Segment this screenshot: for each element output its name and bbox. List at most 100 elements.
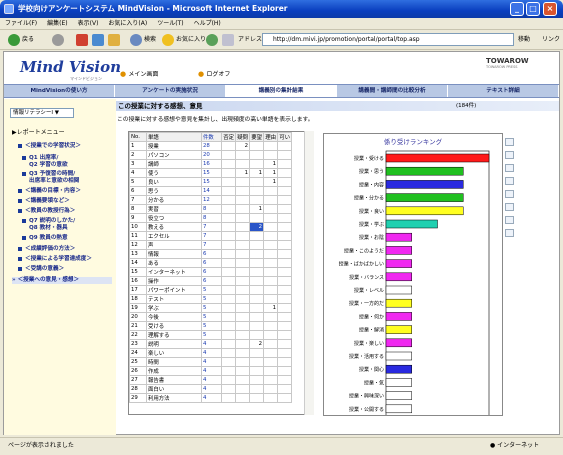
table-row[interactable]: 16 操作 6 — [129, 276, 292, 286]
table-row[interactable]: 12 声 7 — [129, 240, 292, 250]
menu-file[interactable]: ファイル(F) — [0, 18, 42, 30]
refresh-button[interactable] — [92, 33, 106, 47]
glasses-icon[interactable] — [505, 190, 514, 198]
menu-favorites[interactable]: お気に入り(A) — [103, 18, 152, 30]
media-button[interactable] — [206, 33, 220, 47]
column-header[interactable]: 否定 — [221, 132, 236, 142]
sidebar-item-opinions[interactable]: » ＜授業への意見・感想＞ — [12, 277, 112, 284]
back-button[interactable]: 戻る — [8, 33, 34, 47]
sidebar-item-q3[interactable]: Q3 予復習の時間/ — [22, 171, 75, 178]
column-header[interactable]: 件数 — [201, 132, 222, 142]
minimize-button[interactable]: _ — [510, 2, 524, 16]
table-row[interactable]: 3 講師 16 1 — [129, 159, 292, 169]
table-cell: 2 — [249, 222, 264, 232]
menu-view[interactable]: 表示(V) — [73, 18, 104, 30]
tab-survey-status[interactable]: アンケートの実施状況 — [115, 85, 226, 97]
sidebar-item-q7[interactable]: Q7 説明のしかた/ — [22, 218, 75, 225]
sidebar-item-guidelines[interactable]: ＜講義要領など＞ — [18, 198, 70, 205]
column-header[interactable]: 疑問 — [235, 132, 250, 142]
table-row[interactable]: 23 説明 4 2 — [129, 339, 292, 349]
table-row[interactable]: 18 テスト 5 — [129, 294, 292, 304]
tab-text-detail[interactable]: テキスト詳細 — [448, 85, 559, 97]
column-header[interactable]: 理由 — [263, 132, 278, 142]
table-cell — [235, 330, 250, 340]
forward-button[interactable] — [52, 33, 66, 47]
address-input[interactable]: http://dm.mivi.jp/promotion/portal/porta… — [262, 33, 514, 46]
help-icon[interactable] — [505, 229, 514, 237]
table-row[interactable]: 2 パソコン 20 — [129, 150, 292, 160]
list-icon[interactable] — [505, 177, 514, 185]
table-cell — [277, 141, 292, 151]
maximize-button[interactable]: □ — [526, 2, 540, 16]
settings-icon[interactable] — [505, 216, 514, 224]
menu-edit[interactable]: 編集(E) — [42, 18, 72, 30]
stop-button[interactable] — [76, 33, 90, 47]
table-cell — [249, 294, 264, 304]
table-row[interactable]: 22 理解する 5 — [129, 330, 292, 340]
sidebar-item-q9[interactable]: Q9 教員の熱意 — [22, 235, 68, 242]
table-row[interactable]: 7 分かる 12 — [129, 195, 292, 205]
table-row[interactable]: 9 役立つ 8 — [129, 213, 292, 223]
sidebar-item-q1[interactable]: Q1 出席率/ — [22, 155, 58, 162]
course-select[interactable]: 情報リテラシーⅠ ▼ — [10, 108, 74, 118]
close-button[interactable]: × — [543, 2, 557, 16]
go-button[interactable]: 移動 — [518, 33, 530, 46]
table-row[interactable]: 28 面白い 4 — [129, 384, 292, 394]
sidebar-item-q3-correlation[interactable]: 出席率と意欲の相関 — [29, 178, 79, 185]
word-frequency-table[interactable]: No. 単語 件数 否定 疑問 要望 理由 可い 1 授業 28 2 2 パソコン 20 3 講師 16 1 4 使う… — [128, 131, 314, 415]
table-row[interactable]: 29 利用方法 4 — [129, 393, 292, 403]
table-cell: 4 — [201, 357, 222, 367]
table-row[interactable]: 11 エクセル 7 — [129, 231, 292, 241]
table-cell: 6 — [201, 249, 222, 259]
column-header[interactable]: 可い — [277, 132, 292, 142]
table-row[interactable]: 13 情報 6 — [129, 249, 292, 259]
table-row[interactable]: 26 作成 4 — [129, 366, 292, 376]
table-row[interactable]: 14 ある 6 — [129, 258, 292, 268]
logout-link[interactable]: ● ログオフ — [198, 69, 230, 78]
sidebar-item-study-status[interactable]: ＜授業での学習状況＞ — [18, 143, 81, 150]
table-row[interactable]: 20 今後 5 — [129, 312, 292, 322]
column-header[interactable]: No. — [129, 132, 147, 142]
home-button[interactable] — [108, 33, 122, 47]
links-label[interactable]: リンク — [542, 33, 560, 47]
menu-help[interactable]: ヘルプ(H) — [189, 18, 226, 30]
table-row[interactable]: 8 実習 8 1 — [129, 204, 292, 214]
table-row[interactable]: 24 楽しい 4 — [129, 348, 292, 358]
main-menu-link[interactable]: ● メイン画面 — [120, 69, 158, 78]
tab-usage[interactable]: MindVisionの使い方 — [4, 85, 115, 97]
sidebar-item-q2[interactable]: Q2 学習の意欲 — [29, 162, 68, 169]
sidebar-item-goals[interactable]: ＜講義の目標・内容＞ — [18, 188, 81, 195]
sidebar-item-grading[interactable]: ＜成績評価の方法＞ — [18, 246, 75, 253]
tab-comparison[interactable]: 講義間・講師間の比較分析 — [337, 85, 448, 97]
table-row[interactable]: 17 パワーポイント 5 — [129, 285, 292, 295]
table-row[interactable]: 21 受ける 5 — [129, 321, 292, 331]
menu-tools[interactable]: ツール(T) — [152, 18, 188, 30]
table-row[interactable]: 4 使う 15 1 1 1 — [129, 168, 292, 178]
table-row[interactable]: 19 学ぶ 5 1 — [129, 303, 292, 313]
column-header[interactable]: 単語 — [146, 132, 202, 142]
mail-button[interactable] — [222, 33, 236, 47]
mindvision-logo[interactable]: Mind Vision — [20, 58, 121, 76]
ranking-chart-svg: 授業・受ける授業・思う授業・内容授業・分かる授業・良い授業・学ぶ授業・お陰授業・… — [339, 150, 491, 429]
table-row[interactable]: 15 インターネット 6 — [129, 267, 292, 277]
table-row[interactable]: 6 思う 14 — [129, 186, 292, 196]
table-row[interactable]: 25 時間 4 — [129, 357, 292, 367]
sidebar-item-teaching[interactable]: ＜教員の教授行為＞ — [18, 208, 75, 215]
zoom-icon[interactable] — [505, 203, 514, 211]
sidebar-item-achievement[interactable]: ＜授業による学習達成度＞ — [18, 256, 92, 263]
page-title: この授業に対する感想、意見 — [116, 101, 559, 111]
print-icon[interactable] — [505, 151, 514, 159]
search-button[interactable]: 検索 — [130, 33, 156, 47]
table-row[interactable]: 10 教える 7 2 — [129, 222, 292, 232]
table-row[interactable]: 5 良い 15 1 — [129, 177, 292, 187]
copy-icon[interactable] — [505, 164, 514, 172]
table-scrollbar[interactable] — [304, 131, 314, 415]
sidebar-item-significance[interactable]: ＜受講の意義＞ — [18, 266, 64, 273]
table-row[interactable]: 27 報告書 4 — [129, 375, 292, 385]
sidebar-item-q8[interactable]: Q8 教材・器具 — [29, 225, 68, 232]
favorites-button[interactable]: お気に入り — [162, 33, 206, 47]
column-header[interactable]: 要望 — [249, 132, 264, 142]
table-row[interactable]: 1 授業 28 2 — [129, 141, 292, 151]
tab-course-results[interactable]: 講義別の集計結果 — [226, 85, 337, 97]
save-icon[interactable] — [505, 138, 514, 146]
